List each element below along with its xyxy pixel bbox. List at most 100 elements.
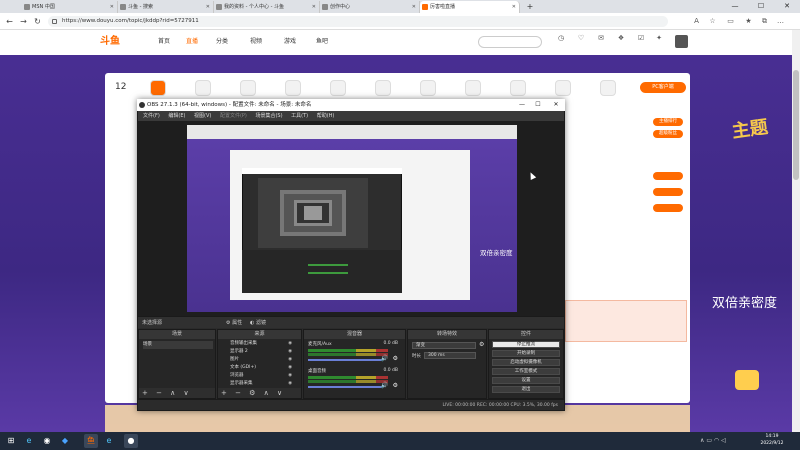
category-icon[interactable] <box>330 80 346 96</box>
category-icon[interactable] <box>555 80 571 96</box>
start-recording-button[interactable]: 开始录制 <box>492 350 560 357</box>
bulb-icon[interactable]: ✦ <box>652 34 666 43</box>
menu-tools[interactable]: 工具(T) <box>291 113 308 119</box>
menu-view[interactable]: 视图(V) <box>194 113 211 119</box>
favorites-icon[interactable]: ★ <box>744 17 753 26</box>
source-item[interactable]: 文本 (GDI+) ◉ <box>222 364 298 372</box>
category-icon[interactable] <box>510 80 526 96</box>
obs-minimize-button[interactable]: — <box>515 99 529 111</box>
category-icon[interactable] <box>375 80 391 96</box>
visibility-icon[interactable]: ◉ <box>288 356 292 364</box>
scrollbar-thumb[interactable] <box>793 70 799 180</box>
edge-icon[interactable]: e <box>22 434 36 448</box>
close-icon[interactable]: ✕ <box>110 1 114 13</box>
visibility-icon[interactable]: ◉ <box>288 348 292 356</box>
read-aloud-icon[interactable]: A <box>692 17 701 26</box>
windows-start-icon[interactable]: ⊞ <box>4 434 18 448</box>
taskbar-clock[interactable]: 14:19 2022/9/12 <box>752 433 792 449</box>
nav-home[interactable]: 首页 <box>158 36 170 48</box>
close-icon[interactable]: ✕ <box>412 1 416 13</box>
source-item[interactable]: 浏览器 ◉ <box>222 372 298 380</box>
category-icon[interactable] <box>600 80 616 96</box>
chat-badge-icon[interactable] <box>735 370 759 390</box>
studio-mode-button[interactable]: 工作室模式 <box>492 368 560 375</box>
nav-video[interactable]: 视频 <box>250 36 262 48</box>
scenes-dock-toolbar[interactable]: + − ∧ ∨ <box>139 388 215 398</box>
obs-maximize-button[interactable]: ☐ <box>531 99 545 111</box>
history-icon[interactable]: ◷ <box>554 34 568 43</box>
more-icon[interactable]: … <box>776 17 785 26</box>
source-item[interactable]: 显示器 2 ◉ <box>222 348 298 356</box>
maximize-button[interactable]: ☐ <box>748 0 774 13</box>
chevron-up-icon[interactable]: ∧ <box>700 437 704 444</box>
gift-icon[interactable]: ❖ <box>614 34 628 43</box>
volume-icon[interactable]: ◁ <box>721 437 726 444</box>
obs-icon[interactable]: ● <box>124 434 138 448</box>
browser-icon[interactable]: e <box>102 434 116 448</box>
follow-icon[interactable]: ♡ <box>574 34 588 43</box>
close-button[interactable]: ✕ <box>774 0 800 13</box>
site-logo[interactable]: 斗鱼 <box>100 35 136 49</box>
settings-button[interactable]: 设置 <box>492 377 560 384</box>
split-screen-icon[interactable]: ▭ <box>726 17 735 26</box>
tab-profile[interactable]: 我的资料 - 个人中心 - 斗鱼 ✕ <box>214 1 320 13</box>
gear-icon[interactable]: ⚙ <box>479 341 484 348</box>
promo-box[interactable] <box>565 300 687 342</box>
menu-help[interactable]: 帮助(H) <box>317 113 335 119</box>
message-icon[interactable]: ✉ <box>594 34 608 43</box>
speaker-icon[interactable]: 🔊 <box>381 355 388 362</box>
tab-search[interactable]: 斗鱼 - 搜索 ✕ <box>118 1 214 13</box>
nav-game[interactable]: 游戏 <box>284 36 296 48</box>
visibility-icon[interactable]: ◉ <box>288 364 292 372</box>
collections-icon[interactable]: ⧉ <box>760 17 769 26</box>
speaker-icon[interactable]: 🔊 <box>381 382 388 389</box>
task-icon[interactable]: ☑ <box>634 34 648 43</box>
stop-streaming-button[interactable]: 停止推流 <box>492 341 560 348</box>
category-icon[interactable] <box>240 80 256 96</box>
sources-dock-toolbar[interactable]: + − ⚙ ∧ ∨ <box>218 388 301 398</box>
side-list-item[interactable] <box>570 172 685 181</box>
filters-button[interactable]: ◐ 滤镜 <box>250 317 266 329</box>
menu-profile[interactable]: 配置文件(P) <box>220 113 247 119</box>
source-item[interactable]: 图片 ◉ <box>222 356 298 364</box>
pc-client-button[interactable]: PC客户端 <box>640 82 686 93</box>
volume-slider[interactable] <box>308 386 382 388</box>
visibility-icon[interactable]: ◉ <box>288 372 292 380</box>
close-icon[interactable]: ✕ <box>206 1 210 13</box>
category-icon[interactable] <box>195 80 211 96</box>
tab-live[interactable]: 厉害啦直播 ✕ <box>420 1 520 13</box>
side-list-item[interactable] <box>570 188 685 197</box>
menu-file[interactable]: 文件(F) <box>143 113 160 119</box>
visibility-icon[interactable]: ◉ <box>288 340 292 348</box>
network-icon[interactable]: ▭ <box>706 437 712 444</box>
url-field[interactable]: https://www.douyu.com/topic/jkddp?rid=57… <box>48 16 668 27</box>
minimize-button[interactable]: — <box>722 0 748 13</box>
gear-icon[interactable]: ⚙ <box>393 382 398 389</box>
tab-creator[interactable]: 创作中心 ✕ <box>320 1 420 13</box>
menu-scene-collection[interactable]: 场景集合(S) <box>255 113 282 119</box>
source-item[interactable]: 音频输出采集 ◉ <box>222 340 298 348</box>
steam-icon[interactable]: ◉ <box>40 434 54 448</box>
system-tray[interactable]: ∧ ▭ ◠ ◁ <box>700 434 750 448</box>
user-avatar[interactable] <box>675 35 688 48</box>
back-icon[interactable]: ← <box>4 16 15 27</box>
category-icon[interactable] <box>465 80 481 96</box>
wifi-icon[interactable]: ◠ <box>714 437 719 444</box>
side-list-item[interactable]: 超级粉丝 <box>570 130 685 139</box>
category-icon[interactable] <box>420 80 436 96</box>
scene-item[interactable]: 场景 <box>143 341 213 349</box>
category-hot-icon[interactable] <box>150 80 166 96</box>
obs-close-button[interactable]: ✕ <box>549 99 563 111</box>
close-icon[interactable]: ✕ <box>312 1 316 13</box>
volume-slider[interactable] <box>308 359 382 361</box>
close-icon[interactable]: ✕ <box>512 1 516 13</box>
properties-button[interactable]: ⚙ 属性 <box>226 317 242 329</box>
site-search-input[interactable] <box>478 36 542 48</box>
tab-msn[interactable]: MSN 中国 ✕ <box>22 1 118 13</box>
nav-category[interactable]: 分类 <box>216 36 228 48</box>
visibility-icon[interactable]: ◉ <box>288 380 292 388</box>
category-icon[interactable] <box>285 80 301 96</box>
duration-field[interactable]: 300 ms <box>424 352 476 359</box>
side-list-item[interactable] <box>570 204 685 213</box>
source-item[interactable]: 显示器采集 ◉ <box>222 380 298 388</box>
